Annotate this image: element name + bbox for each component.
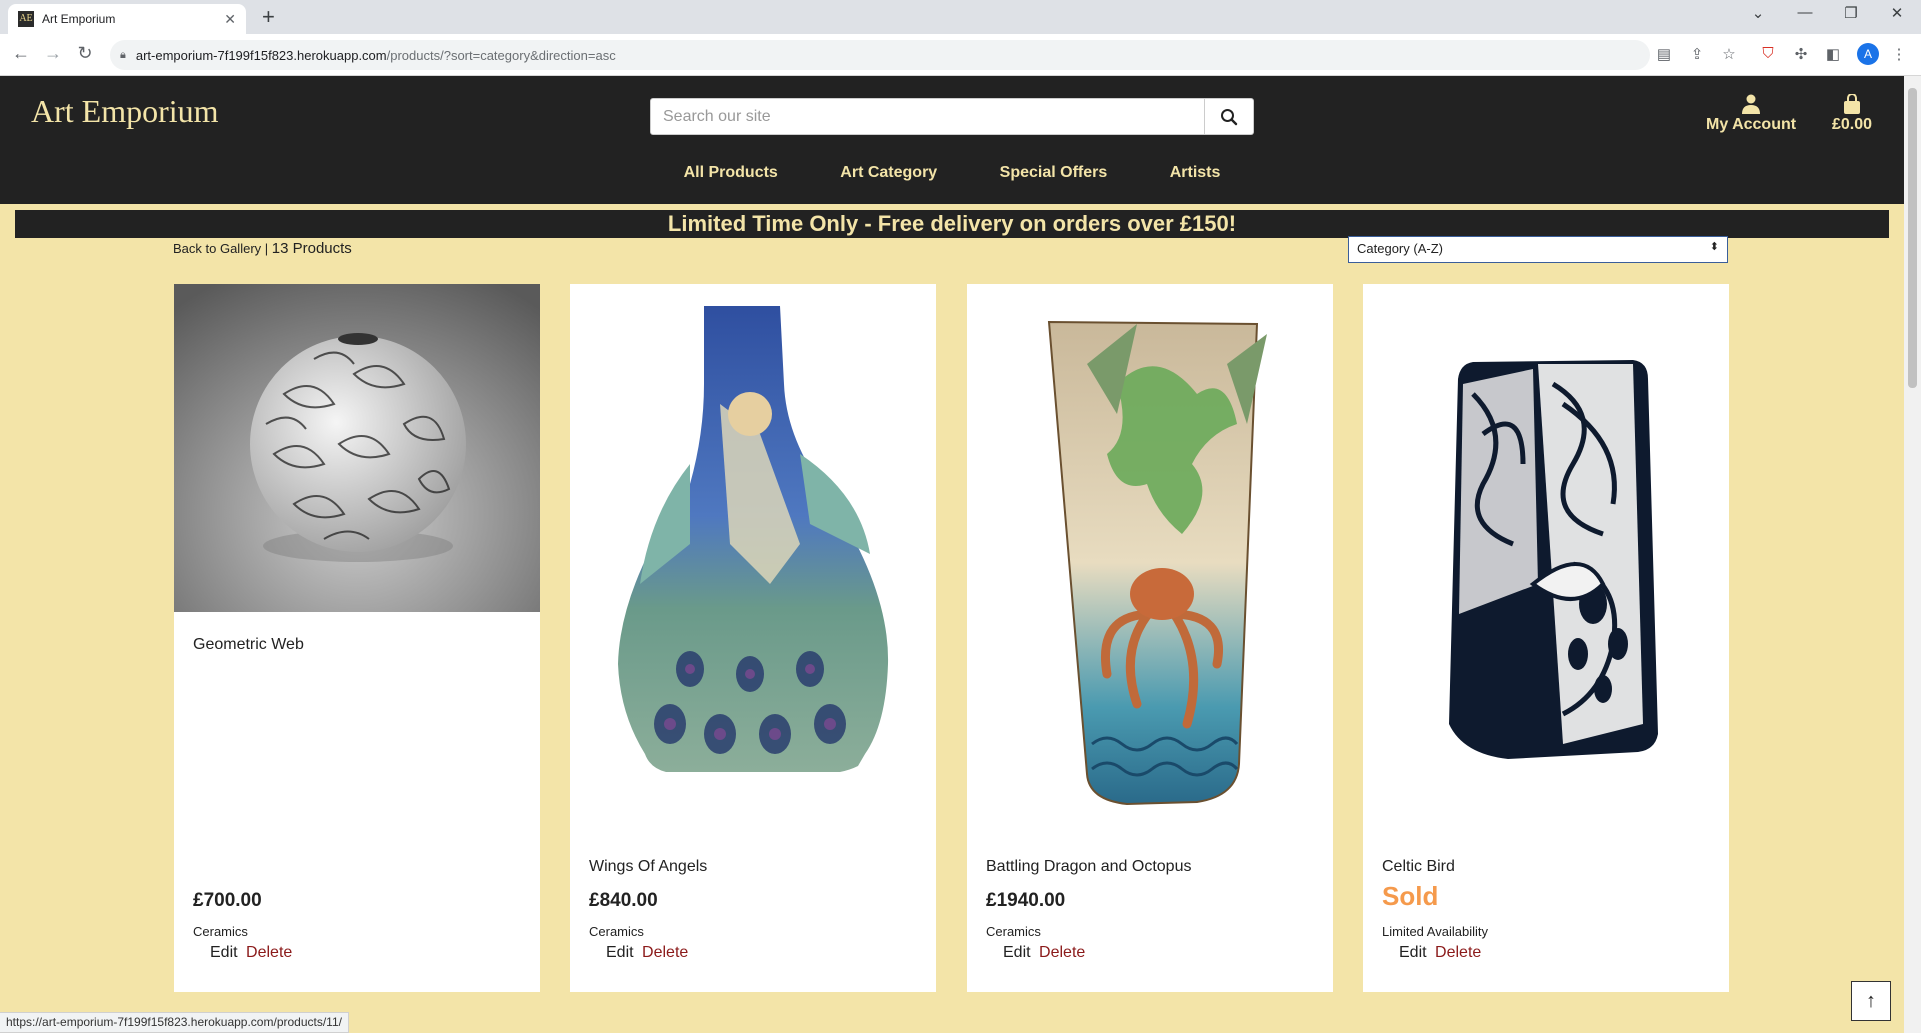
my-account-label: My Account: [1706, 116, 1797, 133]
arrow-up-icon: ↑: [1866, 989, 1876, 1012]
browser-tab-bar: AE Art Emporium ✕ + ⌄ — ❐ ✕: [0, 0, 1921, 34]
product-card[interactable]: Battling Dragon and Octopus £1940.00 Cer…: [967, 284, 1333, 992]
edit-link[interactable]: Edit: [210, 944, 238, 961]
new-tab-icon[interactable]: +: [262, 5, 275, 29]
delete-link[interactable]: Delete: [642, 944, 688, 961]
profile-avatar[interactable]: A: [1857, 43, 1879, 65]
search-icon: [1221, 108, 1238, 125]
favicon-icon: AE: [18, 11, 34, 27]
product-actions: Edit Delete: [606, 944, 688, 962]
product-image[interactable]: [174, 284, 540, 612]
nav-special-offers[interactable]: Special Offers: [1000, 164, 1108, 182]
shopping-bag-icon: [1844, 94, 1861, 114]
side-panel-icon[interactable]: ◧: [1822, 45, 1844, 63]
product-image[interactable]: [967, 284, 1333, 844]
product-card[interactable]: Celtic Bird Sold Limited Availability Ed…: [1363, 284, 1729, 992]
select-arrows-icon: ⬍: [1709, 241, 1719, 253]
product-actions: Edit Delete: [210, 944, 292, 962]
nav-artists[interactable]: Artists: [1170, 164, 1221, 182]
delete-link[interactable]: Delete: [246, 944, 292, 961]
lock-icon[interactable]: 🔒︎: [120, 49, 126, 62]
promo-banner: Limited Time Only - Free delivery on ord…: [15, 210, 1889, 238]
page-scrollbar[interactable]: [1904, 76, 1921, 1033]
product-actions: Edit Delete: [1003, 944, 1085, 962]
product-price: £840.00: [589, 890, 658, 911]
url-path: /products/?sort=category&direction=asc: [386, 47, 616, 63]
tab-title: Art Emporium: [42, 12, 116, 26]
user-icon: [1742, 94, 1761, 114]
menu-kebab-icon[interactable]: ⋮: [1888, 45, 1910, 63]
product-category[interactable]: Ceramics: [986, 924, 1041, 939]
product-card[interactable]: Geometric Web £700.00 Ceramics Edit Dele…: [174, 284, 540, 992]
product-name[interactable]: Celtic Bird: [1382, 858, 1455, 876]
sort-selected-value: Category (A-Z): [1357, 241, 1443, 256]
product-image[interactable]: [1363, 284, 1729, 844]
extension-icon[interactable]: ⛉: [1757, 45, 1779, 62]
restore-icon[interactable]: ❐: [1836, 4, 1866, 22]
nav-art-category[interactable]: Art Category: [840, 164, 937, 182]
status-bar: https://art-emporium-7f199f15f823.heroku…: [0, 1012, 349, 1033]
browser-toolbar: ← → ↻ 🔒︎ art-emporium-7f199f15f823.herok…: [0, 34, 1921, 76]
product-image[interactable]: [570, 284, 936, 844]
delete-link[interactable]: Delete: [1435, 944, 1481, 961]
product-category[interactable]: Limited Availability: [1382, 924, 1488, 939]
product-actions: Edit Delete: [1399, 944, 1481, 962]
share-icon[interactable]: ⇪: [1686, 45, 1708, 63]
product-price: £700.00: [193, 890, 262, 911]
back-to-top-button[interactable]: ↑: [1851, 981, 1891, 1021]
delete-link[interactable]: Delete: [1039, 944, 1085, 961]
product-card[interactable]: Wings Of Angels £840.00 Ceramics Edit De…: [570, 284, 936, 992]
product-price: £1940.00: [986, 890, 1066, 911]
main-nav: All Products Art Category Special Offers…: [0, 164, 1904, 182]
breadcrumb: Back to Gallery | 13 Products: [173, 240, 352, 257]
back-to-gallery-link[interactable]: Back to Gallery: [173, 241, 261, 256]
window-close-icon[interactable]: ✕: [1882, 4, 1912, 22]
scrollbar-thumb[interactable]: [1908, 88, 1917, 388]
site-logo[interactable]: Art Emporium: [31, 93, 219, 130]
close-tab-icon[interactable]: ✕: [224, 11, 236, 28]
minimize-icon[interactable]: —: [1790, 4, 1820, 21]
sold-label: Sold: [1382, 881, 1439, 911]
bookmark-star-icon[interactable]: ☆: [1718, 45, 1740, 63]
product-name[interactable]: Wings Of Angels: [589, 858, 707, 876]
my-account-link[interactable]: My Account: [1706, 94, 1796, 134]
site-header: Art Emporium My Account £0.00 All Produc…: [0, 76, 1904, 204]
product-count: 13 Products: [271, 240, 352, 257]
puzzle-icon[interactable]: ✣: [1790, 45, 1812, 63]
product-category[interactable]: Ceramics: [589, 924, 644, 939]
edit-link[interactable]: Edit: [606, 944, 634, 961]
address-bar[interactable]: 🔒︎ art-emporium-7f199f15f823.herokuapp.c…: [110, 40, 1650, 70]
back-icon[interactable]: ←: [9, 43, 33, 64]
nav-all-products[interactable]: All Products: [684, 164, 778, 182]
edit-link[interactable]: Edit: [1003, 944, 1031, 961]
reload-icon[interactable]: ↻: [73, 43, 97, 64]
product-name[interactable]: Geometric Web: [193, 636, 304, 654]
shopping-bag-link[interactable]: £0.00: [1832, 94, 1872, 134]
tab-strip-icon[interactable]: ▤: [1653, 45, 1675, 63]
breadcrumb-separator: |: [261, 241, 272, 256]
product-name[interactable]: Battling Dragon and Octopus: [986, 858, 1191, 876]
sort-select[interactable]: Category (A-Z) ⬍: [1348, 236, 1728, 263]
product-category[interactable]: Ceramics: [193, 924, 248, 939]
tab-search-icon[interactable]: ⌄: [1743, 4, 1773, 22]
edit-link[interactable]: Edit: [1399, 944, 1427, 961]
search-input[interactable]: [650, 98, 1205, 135]
browser-tab[interactable]: AE Art Emporium ✕: [8, 4, 246, 34]
url-host: art-emporium-7f199f15f823.herokuapp.com: [135, 47, 387, 63]
search-button[interactable]: [1205, 98, 1254, 135]
forward-icon[interactable]: →: [41, 43, 65, 64]
site-search: [650, 98, 1254, 135]
bag-total: £0.00: [1832, 116, 1873, 133]
